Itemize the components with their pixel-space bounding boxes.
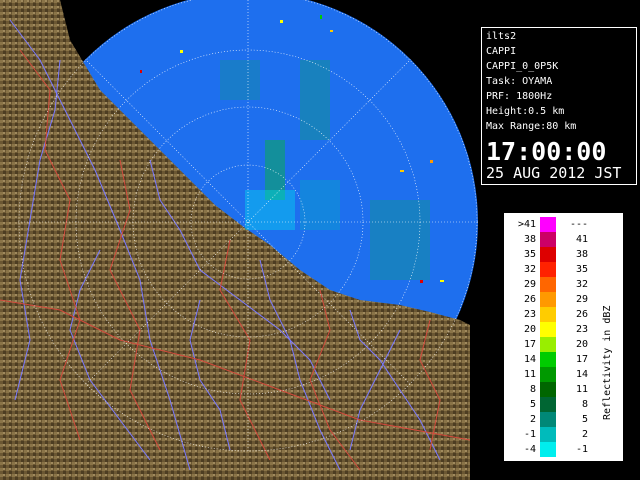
legend-low-value: -1 xyxy=(523,429,536,440)
observation-time: 17:00:00 xyxy=(486,137,607,166)
legend-high-value: 32 xyxy=(575,279,588,290)
legend-row: -4 -1 xyxy=(504,442,594,457)
legend-swatch xyxy=(540,412,556,427)
station-name: ilts2 xyxy=(486,31,517,42)
legend-high-value: --- xyxy=(569,219,588,230)
legend-swatch xyxy=(540,307,556,322)
legend-row: 58 xyxy=(504,397,594,412)
legend-title: Reflectivity in dBZ xyxy=(602,306,613,420)
legend-low-value: >41 xyxy=(517,219,536,230)
legend-row: -1 2 xyxy=(504,427,594,442)
legend-swatch xyxy=(540,352,556,367)
legend-row: 32 35 xyxy=(504,262,594,277)
legend-high-value: 23 xyxy=(575,324,588,335)
legend-row: 17 20 xyxy=(504,337,594,352)
prf-label: PRF: 1800Hz xyxy=(486,91,553,102)
legend-row: >41 --- xyxy=(504,217,594,232)
observation-date: 25 AUG 2012 JST xyxy=(486,164,622,182)
legend-swatch xyxy=(540,292,556,307)
legend-low-value: 11 xyxy=(523,369,536,380)
legend-high-value: 11 xyxy=(575,384,588,395)
legend-title-text: Reflectivity in dBZ xyxy=(602,306,613,420)
legend-high-value: 17 xyxy=(575,354,588,365)
legend-swatch xyxy=(540,442,556,457)
legend-low-value: 38 xyxy=(523,234,536,245)
legend-row: 29 32 xyxy=(504,277,594,292)
legend-swatch xyxy=(540,397,556,412)
legend-swatch xyxy=(540,382,556,397)
legend-low-value: 23 xyxy=(523,309,536,320)
legend-row: 8 11 xyxy=(504,382,594,397)
legend-low-value: 35 xyxy=(523,249,536,260)
legend-swatch xyxy=(540,232,556,247)
legend-low-value: 32 xyxy=(523,264,536,275)
legend-swatch xyxy=(540,427,556,442)
legend-high-value: 20 xyxy=(575,339,588,350)
legend-low-value: 8 xyxy=(529,384,536,395)
max-range-label: Max Range:80 km xyxy=(486,121,577,132)
legend-high-value: 38 xyxy=(575,249,588,260)
legend-low-value: 2 xyxy=(529,414,536,425)
legend-swatch xyxy=(540,337,556,352)
legend-low-value: 14 xyxy=(523,354,536,365)
legend-row: 14 17 xyxy=(504,352,594,367)
legend-swatch xyxy=(540,367,556,382)
legend-row: 26 29 xyxy=(504,292,594,307)
legend-row: 23 26 xyxy=(504,307,594,322)
legend-high-value: 41 xyxy=(575,234,588,245)
legend-high-value: -1 xyxy=(575,444,588,455)
legend-high-value: 2 xyxy=(581,429,588,440)
legend-low-value: 5 xyxy=(529,399,536,410)
legend-high-value: 26 xyxy=(575,309,588,320)
legend-high-value: 29 xyxy=(575,294,588,305)
legend-row: 11 14 xyxy=(504,367,594,382)
legend-low-value: 17 xyxy=(523,339,536,350)
legend-high-value: 35 xyxy=(575,264,588,275)
legend-swatch xyxy=(540,322,556,337)
legend-row: 35 38 xyxy=(504,247,594,262)
legend-low-value: 29 xyxy=(523,279,536,290)
legend-high-value: 5 xyxy=(581,414,588,425)
legend-low-value: 20 xyxy=(523,324,536,335)
legend-swatch xyxy=(540,277,556,292)
task-label: Task: OYAMA xyxy=(486,76,553,87)
product-name: CAPPI xyxy=(486,46,517,57)
info-panel: ilts2 CAPPI CAPPI_0_0P5K Task: OYAMA PRF… xyxy=(481,27,637,185)
legend-swatch xyxy=(540,262,556,277)
height-label: Height:0.5 km xyxy=(486,106,565,117)
legend-row: 20 23 xyxy=(504,322,594,337)
legend-high-value: 8 xyxy=(581,399,588,410)
legend-low-value: -4 xyxy=(523,444,536,455)
legend-swatch xyxy=(540,247,556,262)
legend-swatch xyxy=(540,217,556,232)
legend-low-value: 26 xyxy=(523,294,536,305)
product-code: CAPPI_0_0P5K xyxy=(486,61,559,72)
legend-high-value: 14 xyxy=(575,369,588,380)
legend-panel: >41 --- 38 41 35 38 32 35 29 32 26 29 23 26 20 23 17 20 14… xyxy=(503,212,624,462)
legend-row: 38 41 xyxy=(504,232,594,247)
legend-row: 25 xyxy=(504,412,594,427)
